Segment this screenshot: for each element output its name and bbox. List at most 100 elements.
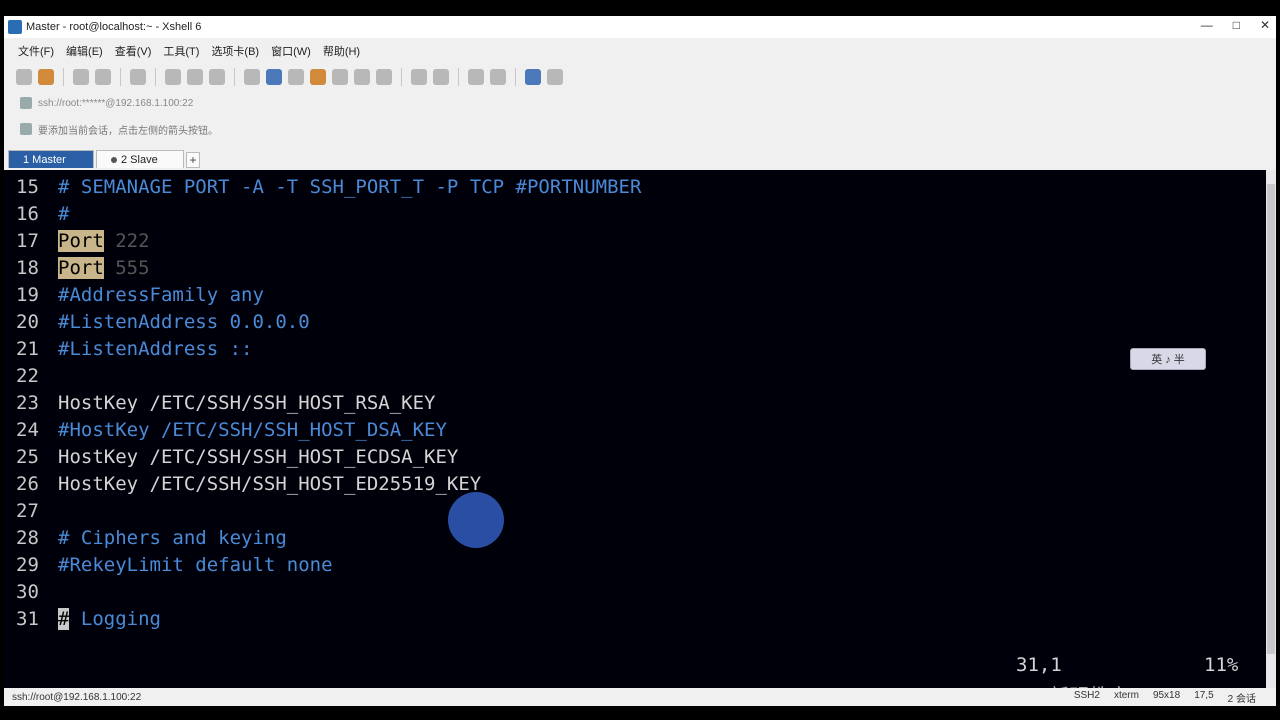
status-cursor: 17,5: [1194, 689, 1214, 701]
color-scheme-icon[interactable]: [288, 69, 304, 85]
line-text: # SEMANAGE PORT -A -T SSH_PORT_T -P TCP …: [58, 176, 642, 198]
status-terminal-type: xterm: [1113, 689, 1139, 701]
status-size: 95x18: [1152, 689, 1181, 701]
xftp-icon[interactable]: [310, 69, 326, 85]
line-text: #RekeyLimit default none: [58, 554, 333, 576]
menu-bar: 文件(F) 编辑(E) 查看(V) 工具(T) 选项卡(B) 窗口(W) 帮助(…: [4, 40, 360, 62]
terminal-line: 31 # Logging: [16, 606, 161, 633]
address-text: ssh://root:******@192.168.1.100:22: [38, 97, 194, 109]
menu-help[interactable]: 帮助(H): [323, 43, 360, 59]
mouse-click-indicator: [448, 492, 504, 548]
line-number: 25: [16, 446, 39, 468]
disconnect-icon[interactable]: [95, 69, 111, 85]
cursor-position: 31,1: [1016, 654, 1062, 676]
terminal-area[interactable]: 15 # SEMANAGE PORT -A -T SSH_PORT_T -P TC…: [4, 170, 1266, 708]
status-connection: ssh://root@192.168.1.100:22: [12, 691, 142, 703]
help-icon[interactable]: [525, 69, 541, 85]
line-number: 20: [16, 311, 39, 333]
line-number: 31: [16, 608, 39, 630]
line-text: # Ciphers and keying: [58, 527, 287, 549]
minimize-button[interactable]: —: [1201, 18, 1213, 32]
add-tab-button[interactable]: +: [186, 152, 200, 168]
menu-window[interactable]: 窗口(W): [271, 43, 311, 59]
paste-icon[interactable]: [187, 69, 203, 85]
terminal-line: 22: [16, 363, 58, 390]
line-number: 21: [16, 338, 39, 360]
ime-toolbar[interactable]: 英 ♪ 半: [1130, 348, 1206, 370]
line-number: 23: [16, 392, 39, 414]
status-bar: ssh://root@192.168.1.100:22 SSH2 xterm 9…: [4, 688, 1276, 706]
copy-icon[interactable]: [165, 69, 181, 85]
line-number: 16: [16, 203, 39, 225]
terminal-scrollbar[interactable]: [1266, 170, 1276, 688]
session-hint-bar: 要添加当前会话，点击左侧的箭头按钮。: [4, 118, 1276, 140]
line-number: 30: [16, 581, 39, 603]
compose-icon[interactable]: [468, 69, 484, 85]
tab-master-label: 1 Master: [23, 153, 66, 166]
line-text: 555: [103, 257, 150, 279]
tab-slave[interactable]: 2 Slave: [96, 150, 184, 168]
line-number: 15: [16, 176, 39, 198]
find-icon[interactable]: [209, 69, 225, 85]
tab-master[interactable]: 1 Master: [8, 150, 94, 168]
xshell-app-icon: [8, 20, 22, 34]
address-bar[interactable]: ssh://root:******@192.168.1.100:22: [4, 92, 1276, 114]
maximize-button[interactable]: □: [1233, 18, 1240, 32]
layout-icon[interactable]: [490, 69, 506, 85]
line-text: #: [58, 203, 70, 225]
line-number: 29: [16, 554, 39, 576]
tab-slave-label: 2 Slave: [121, 153, 158, 166]
terminal-line: 17 Port 222: [16, 228, 150, 255]
line-text: HostKey /ETC/SSH/SSH_HOST_ED25519_KEY: [58, 473, 482, 495]
lock-icon[interactable]: [376, 69, 392, 85]
hint-text: 要添加当前会话，点击左侧的箭头按钮。: [38, 125, 218, 137]
print-icon[interactable]: [244, 69, 260, 85]
line-number: 24: [16, 419, 39, 441]
terminal-line: 30: [16, 579, 58, 606]
terminal-line: 29 #RekeyLimit default none: [16, 552, 333, 579]
line-number: 17: [16, 230, 39, 252]
status-sessions: 2 会话: [1227, 693, 1256, 705]
terminal-line: 25 HostKey /ETC/SSH/SSH_HOST_ECDSA_KEY: [16, 444, 458, 471]
line-text: #ListenAddress 0.0.0.0: [58, 311, 310, 333]
globe-icon[interactable]: [266, 69, 282, 85]
fullscreen-icon[interactable]: [354, 69, 370, 85]
line-text: Port: [58, 230, 104, 252]
line-text: 222: [103, 230, 150, 252]
title-bar: Master - root@localhost:~ - Xshell 6 — □…: [4, 16, 1276, 38]
menu-edit[interactable]: 编辑(E): [66, 43, 103, 59]
terminal-line: 21 #ListenAddress ::: [16, 336, 252, 363]
terminal-line: 28 # Ciphers and keying: [16, 525, 287, 552]
toolbar: [4, 64, 1276, 90]
close-button[interactable]: ✕: [1260, 18, 1270, 32]
chat-icon[interactable]: [547, 69, 563, 85]
menu-tab[interactable]: 选项卡(B): [211, 43, 259, 59]
new-session-icon[interactable]: [16, 69, 32, 85]
terminal-line: 27: [16, 498, 58, 525]
line-number: 19: [16, 284, 39, 306]
script-icon[interactable]: [332, 69, 348, 85]
line-text: #AddressFamily any: [58, 284, 264, 306]
line-text: Port: [58, 257, 104, 279]
reconnect-icon[interactable]: [73, 69, 89, 85]
menu-view[interactable]: 查看(V): [115, 43, 152, 59]
highlight-icon[interactable]: [433, 69, 449, 85]
open-folder-icon[interactable]: [38, 69, 54, 85]
keyboard-icon[interactable]: [411, 69, 427, 85]
line-text: HostKey /ETC/SSH/SSH_HOST_RSA_KEY: [58, 392, 436, 414]
scrollbar-thumb[interactable]: [1267, 184, 1275, 654]
line-text: #: [58, 608, 70, 630]
line-number: 27: [16, 500, 39, 522]
xshell-window: Master - root@localhost:~ - Xshell 6 — □…: [4, 16, 1276, 708]
menu-tools[interactable]: 工具(T): [163, 43, 199, 59]
properties-icon[interactable]: [130, 69, 146, 85]
line-number: 18: [16, 257, 39, 279]
terminal-line: 20 #ListenAddress 0.0.0.0: [16, 309, 310, 336]
status-dot-icon: [111, 156, 117, 163]
line-text: #ListenAddress ::: [58, 338, 253, 360]
terminal-line: 23 HostKey /ETC/SSH/SSH_HOST_RSA_KEY: [16, 390, 436, 417]
session-tabs: 1 Master 2 Slave +: [4, 148, 1276, 168]
terminal-line: 24 #HostKey /ETC/SSH/SSH_HOST_DSA_KEY: [16, 417, 447, 444]
hint-icon: [20, 123, 32, 135]
menu-file[interactable]: 文件(F): [18, 43, 54, 59]
